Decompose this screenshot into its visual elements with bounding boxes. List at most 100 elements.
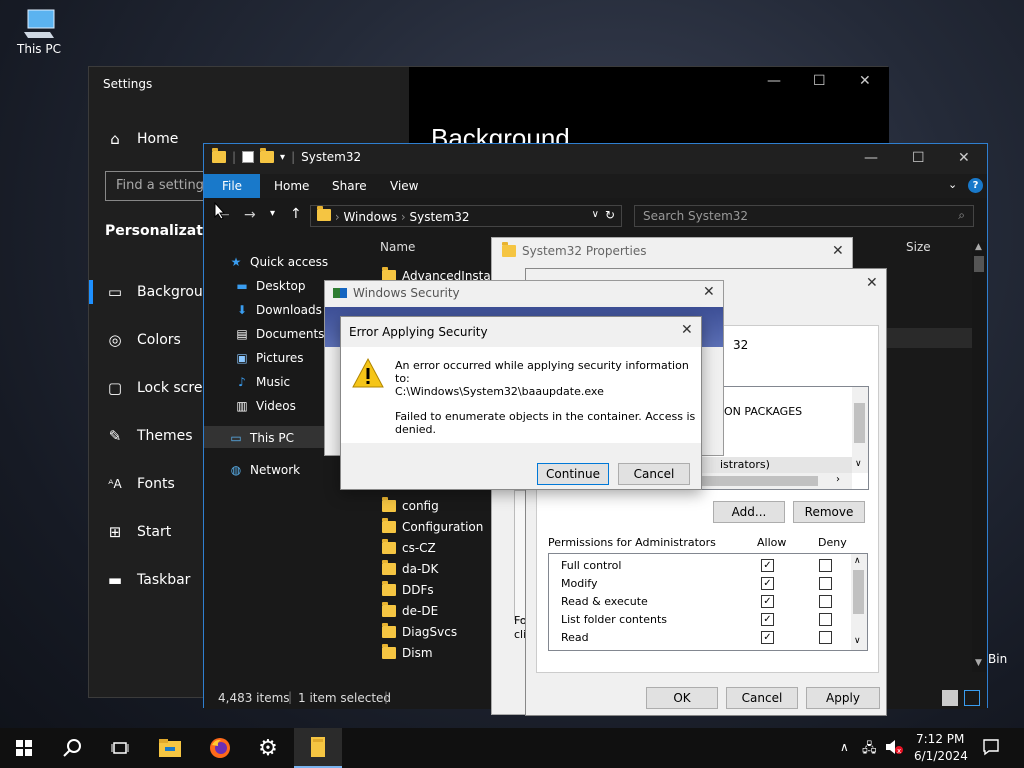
column-header-name[interactable]: Name — [380, 240, 415, 254]
allow-checkbox[interactable]: ✓ — [761, 595, 774, 608]
ribbon-expand-chevron-icon[interactable]: ⌄ — [948, 178, 957, 191]
download-icon: ⬇ — [236, 303, 248, 317]
taskbar-explorer-active[interactable] — [294, 728, 342, 768]
scroll-up-icon[interactable]: ▲ — [975, 242, 982, 252]
up-arrow-icon[interactable]: ↑ — [290, 206, 302, 222]
column-header-size[interactable]: Size — [906, 240, 931, 254]
refresh-icon[interactable]: ↻ — [605, 208, 615, 222]
search-button[interactable] — [48, 728, 96, 768]
scroll-up-icon[interactable]: ∧ — [854, 556, 861, 566]
permissions-close-icon[interactable]: ✕ — [866, 275, 878, 291]
perm-scrollbar[interactable]: ∧ ∨ — [851, 554, 867, 650]
breadcrumb-system32[interactable]: System32 — [409, 210, 469, 224]
folder-icon — [212, 148, 226, 163]
nav-videos[interactable]: ▥ Videos — [234, 396, 296, 416]
explorer-search-input[interactable]: Search System32 ⌕ — [634, 205, 974, 227]
list-item[interactable]: DiagSvcs — [382, 622, 457, 642]
task-view-button[interactable] — [96, 728, 144, 768]
list-scrollbar[interactable]: ∨ — [852, 387, 868, 473]
list-item[interactable]: DDFs — [382, 580, 434, 600]
chevron-down-icon[interactable]: ▾ — [280, 152, 285, 163]
scroll-down-icon[interactable]: ▼ — [975, 658, 982, 668]
scroll-thumb[interactable] — [974, 256, 984, 272]
apply-button[interactable]: Apply — [806, 687, 880, 709]
explorer-minimize-button[interactable]: — — [864, 150, 878, 166]
large-icons-view-icon[interactable] — [964, 690, 980, 706]
file-name: cs-CZ — [402, 541, 436, 555]
volume-muted-icon[interactable]: x — [884, 738, 904, 759]
recycle-bin-label[interactable]: Bin — [988, 652, 1007, 666]
taskbar-firefox[interactable] — [196, 728, 244, 768]
explorer-scrollbar[interactable]: ▲ ▼ — [972, 242, 986, 672]
deny-checkbox[interactable] — [819, 595, 832, 608]
notifications-icon[interactable] — [982, 738, 1000, 759]
error-close-icon[interactable]: ✕ — [681, 322, 693, 338]
forward-arrow-icon[interactable]: → — [244, 207, 256, 223]
file-name: DiagSvcs — [402, 625, 458, 639]
allow-checkbox[interactable]: ✓ — [761, 631, 774, 644]
properties-quick-icon[interactable] — [242, 151, 255, 163]
details-view-icon[interactable] — [942, 690, 958, 706]
windows-security-close-icon[interactable]: ✕ — [703, 284, 715, 300]
list-item[interactable]: config — [382, 496, 439, 516]
deny-checkbox[interactable] — [819, 613, 832, 626]
settings-close-button[interactable]: ✕ — [859, 73, 871, 89]
nav-desktop[interactable]: ▬ Desktop — [234, 276, 305, 296]
remove-button[interactable]: Remove — [793, 501, 865, 523]
clock-time[interactable]: 7:12 PM — [916, 732, 964, 746]
settings-maximize-button[interactable]: ☐ — [813, 73, 826, 89]
help-icon[interactable]: ? — [968, 178, 983, 193]
list-item[interactable]: de-DE — [382, 601, 438, 621]
tray-expand-icon[interactable]: ∧ — [840, 740, 849, 754]
recent-chevron-icon[interactable]: ▾ — [270, 208, 275, 219]
explorer-maximize-button[interactable]: ☐ — [912, 150, 925, 166]
list-item[interactable]: Configuration — [382, 517, 483, 537]
address-dropdown-icon[interactable]: ∨ — [592, 209, 599, 220]
taskbar-settings[interactable]: ⚙ — [244, 728, 292, 768]
scroll-down-icon[interactable]: ∨ — [854, 636, 861, 646]
deny-checkbox[interactable] — [819, 559, 832, 572]
tab-file[interactable]: File — [204, 174, 260, 198]
list-item[interactable]: da-DK — [382, 559, 438, 579]
allow-checkbox[interactable]: ✓ — [761, 613, 774, 626]
nav-music[interactable]: ♪ Music — [234, 372, 290, 392]
deny-checkbox[interactable] — [819, 631, 832, 644]
start-button[interactable] — [0, 728, 48, 768]
add-button[interactable]: Add... — [713, 501, 785, 523]
windows-security-title: Windows Security — [353, 286, 460, 300]
list-item[interactable]: cs-CZ — [382, 538, 436, 558]
nav-documents[interactable]: ▤ Documents — [234, 324, 324, 344]
nav-quick-access[interactable]: ★ Quick access — [228, 252, 329, 272]
nav-this-pc[interactable]: ▭ This PC — [228, 428, 294, 448]
tab-view[interactable]: View — [376, 174, 432, 198]
address-bar[interactable]: › Windows › System32 ∨ ↻ — [310, 205, 622, 227]
explorer-close-button[interactable]: ✕ — [958, 150, 970, 166]
list-item[interactable]: ON PACKAGES — [724, 405, 802, 418]
scroll-down-icon[interactable]: ∨ — [855, 459, 862, 469]
error-cancel-button[interactable]: Cancel — [618, 463, 690, 485]
scroll-thumb[interactable] — [853, 570, 864, 614]
desktop-icon-this-pc[interactable]: This PC — [10, 8, 68, 56]
tab-home[interactable]: Home — [260, 174, 323, 198]
taskbar-file-explorer[interactable] — [146, 728, 194, 768]
new-folder-icon[interactable] — [260, 148, 275, 163]
continue-button[interactable]: Continue — [537, 463, 609, 485]
nav-downloads[interactable]: ⬇ Downloads — [234, 300, 322, 320]
list-item[interactable]: Dism — [382, 643, 433, 663]
clock-date[interactable]: 6/1/2024 — [914, 749, 968, 763]
properties-close-icon[interactable]: ✕ — [832, 243, 844, 259]
scroll-right-icon[interactable]: › — [836, 474, 840, 485]
ok-button[interactable]: OK — [646, 687, 718, 709]
scroll-thumb[interactable] — [854, 403, 865, 443]
allow-checkbox[interactable]: ✓ — [761, 559, 774, 572]
network-status-icon[interactable]: 🖧 — [862, 739, 877, 761]
cancel-button[interactable]: Cancel — [726, 687, 798, 709]
allow-checkbox[interactable]: ✓ — [761, 577, 774, 590]
deny-checkbox[interactable] — [819, 577, 832, 590]
tab-share[interactable]: Share — [318, 174, 381, 198]
font-icon: ᴬA — [108, 477, 122, 491]
settings-minimize-button[interactable]: — — [767, 73, 781, 89]
nav-network[interactable]: ◍ Network — [228, 460, 300, 480]
breadcrumb-windows[interactable]: Windows — [343, 210, 397, 224]
nav-pictures[interactable]: ▣ Pictures — [234, 348, 303, 368]
